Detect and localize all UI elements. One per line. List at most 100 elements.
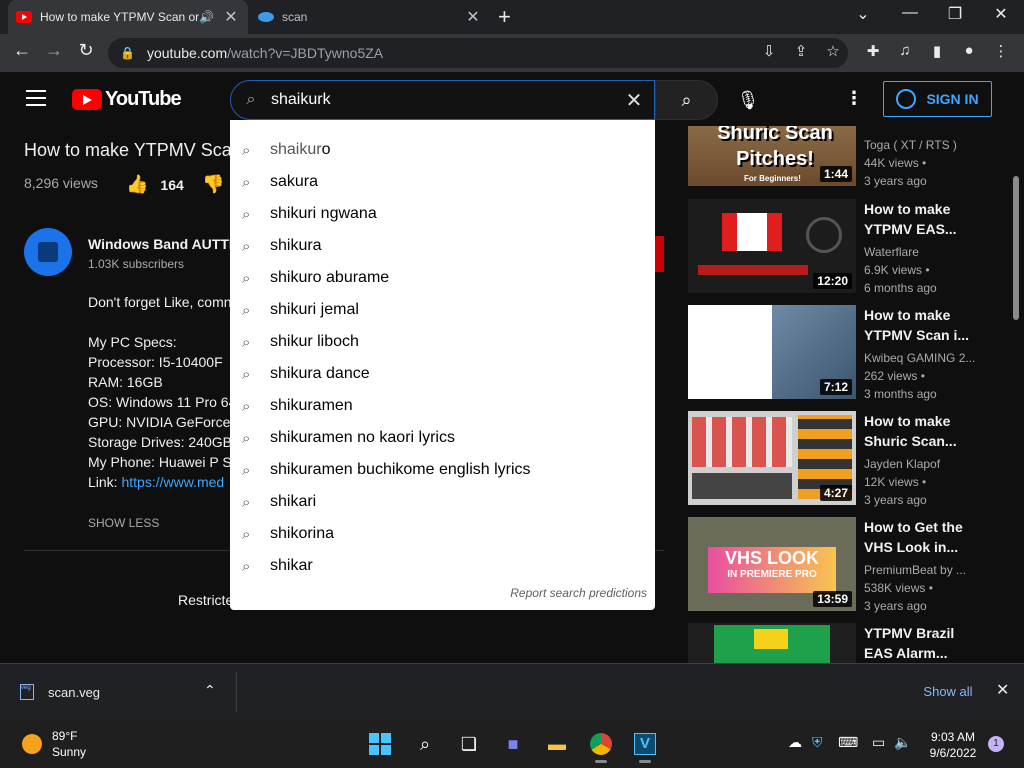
sign-in-button[interactable]: SIGN IN	[883, 81, 992, 117]
video-title[interactable]: How to make Shuric Scan...	[864, 411, 974, 451]
show-less-button[interactable]: SHOW LESS	[88, 516, 159, 530]
omnibox[interactable]: 🔒 youtube.com /watch?v=JBDTywno5ZA	[108, 38, 848, 68]
video-thumbnail[interactable]: 12:20	[688, 199, 856, 293]
suggestion-item[interactable]: ⌕ shikari	[230, 486, 655, 518]
search-button[interactable]: ⌕	[655, 80, 718, 120]
close-download-bar-icon[interactable]: ✕	[996, 680, 1009, 700]
back-icon[interactable]: ←	[8, 40, 36, 66]
profile-icon[interactable]: ●	[957, 42, 981, 59]
browser-menu-icon[interactable]: ⋮	[989, 42, 1013, 60]
new-tab-button[interactable]: +	[498, 4, 511, 30]
search-input[interactable]	[271, 91, 614, 109]
install-icon[interactable]: ⇩	[757, 42, 781, 60]
suggestion-item[interactable]: ⌕ shikorina	[230, 518, 655, 550]
chat-icon[interactable]: ■	[497, 728, 529, 760]
network-off-icon[interactable]: ☁	[788, 734, 802, 751]
video-channel[interactable]: Toga ( XT / RTS )	[864, 138, 957, 152]
search-box[interactable]: ⌕ ✕	[230, 80, 655, 120]
suggestion-item[interactable]: ⌕ shaikuro	[230, 134, 655, 166]
start-button[interactable]	[364, 728, 396, 760]
recommended-video[interactable]: 12:20 How to make YTPMV EAS... Waterflare…	[688, 199, 1018, 295]
search-icon[interactable]: ⌕	[409, 728, 441, 760]
suggestion-item[interactable]: ⌕ shikura dance	[230, 358, 655, 390]
page-scrollbar[interactable]	[1013, 176, 1019, 320]
suggestion-item[interactable]: ⌕ shikuro aburame	[230, 262, 655, 294]
chrome-icon[interactable]	[585, 728, 617, 763]
close-tab-icon[interactable]: ✕	[222, 7, 240, 27]
tab-youtube[interactable]: How to make YTPMV Scan or 🔊 ✕	[8, 0, 248, 34]
suggestion-item[interactable]: ⌕ shikura	[230, 230, 655, 262]
video-title[interactable]: How to Get the VHS Look in...	[864, 517, 974, 557]
report-predictions-link[interactable]: Report search predictions	[510, 586, 647, 600]
video-channel[interactable]: Waterflare	[864, 245, 919, 259]
task-view-icon[interactable]: ❏	[453, 728, 485, 760]
settings-dots-icon[interactable]: ⋮	[844, 88, 864, 109]
channel-avatar[interactable]	[24, 228, 72, 276]
video-channel[interactable]: Jayden Klapof	[864, 457, 940, 471]
video-channel[interactable]: PremiumBeat by ...	[864, 563, 966, 577]
suggestion-item[interactable]: ⌕ sakura	[230, 166, 655, 198]
speaker-icon[interactable]: 🔊	[199, 10, 214, 24]
clock[interactable]: 9:03 AM 9/6/2022	[920, 729, 986, 761]
description-link[interactable]: https://www.med	[121, 474, 224, 490]
bookmark-star-icon[interactable]: ☆	[821, 42, 845, 60]
video-title[interactable]: How to make YTPMV EAS...	[864, 199, 974, 239]
suggestion-item[interactable]: ⌕ shikuramen	[230, 390, 655, 422]
tab-search-icon[interactable]: ⌄	[848, 4, 878, 24]
media-control-icon[interactable]: ♫	[893, 42, 917, 59]
close-window-icon[interactable]: ✕	[986, 4, 1016, 24]
menu-icon[interactable]	[26, 90, 46, 106]
display-icon[interactable]: ▭	[872, 734, 885, 751]
recommended-video[interactable]: Shuric Scan Pitches! For Beginners! 1:44…	[688, 126, 1018, 188]
recommended-video[interactable]: YTPMV Brazil EAS Alarm...	[688, 623, 1018, 663]
lock-icon[interactable]: 🔒	[120, 46, 135, 60]
extensions-icon[interactable]: ✚	[861, 42, 885, 60]
title-line: YTPMV EAS...	[864, 221, 957, 237]
video-thumbnail[interactable]: Shuric Scan Pitches! For Beginners! 1:44	[688, 126, 856, 186]
clear-search-icon[interactable]: ✕	[614, 88, 654, 113]
link-label: Link:	[88, 474, 122, 490]
volume-icon[interactable]: 🔈	[894, 734, 911, 751]
notification-badge[interactable]: 1	[988, 736, 1004, 752]
share-icon[interactable]: ⇪	[789, 42, 813, 60]
forward-icon[interactable]: →	[40, 40, 68, 66]
restore-icon[interactable]: ❐	[940, 4, 970, 24]
video-thumbnail[interactable]: 7:12	[688, 305, 856, 399]
chevron-up-icon[interactable]: ⌃	[204, 682, 216, 699]
channel-name[interactable]: Windows Band AUTTP	[88, 236, 238, 252]
video-thumbnail[interactable]: VHS LOOK IN PREMIERE PRO 13:59	[688, 517, 856, 611]
download-item[interactable]: veg scan.veg	[20, 684, 100, 700]
video-thumbnail[interactable]	[688, 623, 856, 663]
video-thumbnail[interactable]: 4:27	[688, 411, 856, 505]
recommended-video[interactable]: 7:12 How to make YTPMV Scan i... Kwibeq G…	[688, 305, 1018, 401]
reload-icon[interactable]: ↻	[72, 40, 100, 66]
title-line: EAS Alarm...	[864, 645, 948, 661]
subscribe-button[interactable]	[654, 236, 664, 272]
like-button[interactable]: 👍 164	[126, 174, 184, 195]
suggestion-item[interactable]: ⌕ shikuri jemal	[230, 294, 655, 326]
close-tab-icon[interactable]: ✕	[464, 7, 482, 27]
recommended-video[interactable]: 4:27 How to make Shuric Scan... Jayden Kl…	[688, 411, 1018, 507]
description-line: Don't forget Like, comn	[88, 294, 232, 310]
suggestion-item[interactable]: ⌕ shikar	[230, 550, 655, 582]
video-title[interactable]: How to make YTPMV Scan i...	[864, 305, 974, 345]
video-channel[interactable]: Kwibeq GAMING 2...	[864, 351, 975, 365]
microphone-icon[interactable]: 🎙	[728, 80, 768, 120]
minimize-icon[interactable]: —	[895, 4, 925, 22]
suggestion-item[interactable]: ⌕ shikur liboch	[230, 326, 655, 358]
side-panel-icon[interactable]: ▮	[925, 42, 949, 60]
weather-widget[interactable]: 89°F Sunny	[22, 728, 86, 760]
recommended-video[interactable]: VHS LOOK IN PREMIERE PRO 13:59 How to Ge…	[688, 517, 1018, 613]
show-all-button[interactable]: Show all	[912, 679, 984, 705]
keyboard-icon[interactable]: ⌨	[838, 734, 858, 751]
thumbs-down-icon[interactable]: 👎	[202, 174, 224, 195]
vegas-icon[interactable]: V	[629, 728, 661, 763]
defender-icon[interactable]: ⛨	[812, 734, 823, 751]
suggestion-item[interactable]: ⌕ shikuramen buchikome english lyrics	[230, 454, 655, 486]
tab-scan[interactable]: scan ✕	[250, 0, 490, 34]
suggestion-item[interactable]: ⌕ shikuri ngwana	[230, 198, 655, 230]
file-explorer-icon[interactable]: ▬	[541, 728, 573, 760]
suggestion-item[interactable]: ⌕ shikuramen no kaori lyrics	[230, 422, 655, 454]
youtube-logo[interactable]: YouTube	[72, 88, 182, 111]
video-title[interactable]: YTPMV Brazil EAS Alarm...	[864, 623, 974, 663]
